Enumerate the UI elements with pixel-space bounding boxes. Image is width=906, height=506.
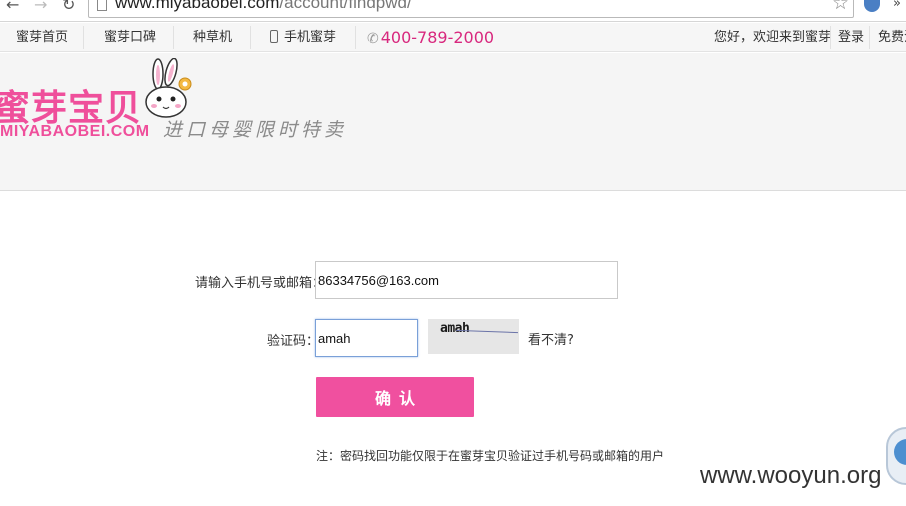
nav-divider: [173, 26, 174, 49]
nav-mobile-link[interactable]: 手机蜜芽: [270, 23, 336, 52]
account-label: 请输入手机号或邮箱：: [195, 276, 326, 291]
back-arrow-icon[interactable]: ←: [6, 0, 19, 14]
nav-divider: [250, 26, 251, 49]
nav-divider: [869, 26, 870, 49]
mobile-phone-icon: [270, 30, 278, 43]
url-host: www.miyabaobei.com: [115, 0, 280, 12]
logo-domain[interactable]: MIYABAOBEI.COM: [0, 123, 150, 141]
page-icon: [97, 0, 107, 11]
address-bar[interactable]: www.miyabaobei.com/account/findpwd/ ☆: [88, 0, 854, 18]
nav-divider: [83, 26, 84, 49]
top-nav-bar: 蜜芽首页 蜜芽口碑 种草机 手机蜜芽 ✆ 400-789-2000 您好，欢迎来到…: [0, 23, 906, 52]
more-extensions-button[interactable]: »: [893, 0, 901, 11]
hotline-number: 400-789-2000: [380, 28, 495, 47]
browser-toolbar: ← → ↻ www.miyabaobei.com/account/findpwd…: [0, 0, 906, 22]
account-input[interactable]: 86334756@163.com: [315, 261, 618, 299]
address-url: www.miyabaobei.com/account/findpwd/: [115, 0, 412, 11]
floating-service-badge[interactable]: [886, 427, 906, 485]
recovery-note: 注：密码找回功能仅限于在蜜芽宝贝验证过手机号码或邮箱的用户: [316, 449, 665, 463]
telephone-icon: ✆: [367, 31, 379, 47]
welcome-text: 您好，欢迎来到蜜芽: [714, 30, 832, 45]
bunny-mascot-icon: [145, 58, 192, 118]
nav-home-link[interactable]: 蜜芽首页: [16, 23, 68, 52]
nav-divider: [830, 26, 831, 49]
captcha-refresh-link[interactable]: 看不清?: [528, 329, 574, 348]
hotline: ✆ 400-789-2000: [367, 23, 494, 52]
nav-divider: [355, 26, 356, 49]
forward-arrow-icon[interactable]: →: [34, 0, 47, 14]
nav-zhongcao-link[interactable]: 种草机: [193, 23, 232, 52]
nav-mobile-label: 手机蜜芽: [284, 30, 337, 45]
register-link[interactable]: 免费注: [878, 23, 906, 52]
reload-icon[interactable]: ↻: [62, 0, 75, 14]
url-path: /account/findpwd/: [279, 0, 412, 12]
nav-reviews-link[interactable]: 蜜芽口碑: [104, 23, 156, 52]
captcha-image-text: amah: [440, 321, 470, 336]
extension-icon[interactable]: [864, 0, 880, 12]
captcha-label: 验证码：: [267, 334, 320, 349]
site-header: 蜜芽宝贝 MIYABAOBEI.COM 进口母婴限时特卖: [0, 53, 906, 191]
slogan: 进口母婴限时特卖: [163, 119, 348, 141]
login-link[interactable]: 登录: [838, 23, 864, 52]
confirm-button[interactable]: 确认: [316, 377, 474, 417]
watermark: www.wooyun.org: [700, 462, 882, 489]
bookmark-star-icon[interactable]: ☆: [832, 0, 849, 13]
captcha-input[interactable]: amah: [315, 319, 418, 357]
captcha-image[interactable]: amah: [428, 319, 519, 354]
service-icon: [894, 439, 906, 465]
